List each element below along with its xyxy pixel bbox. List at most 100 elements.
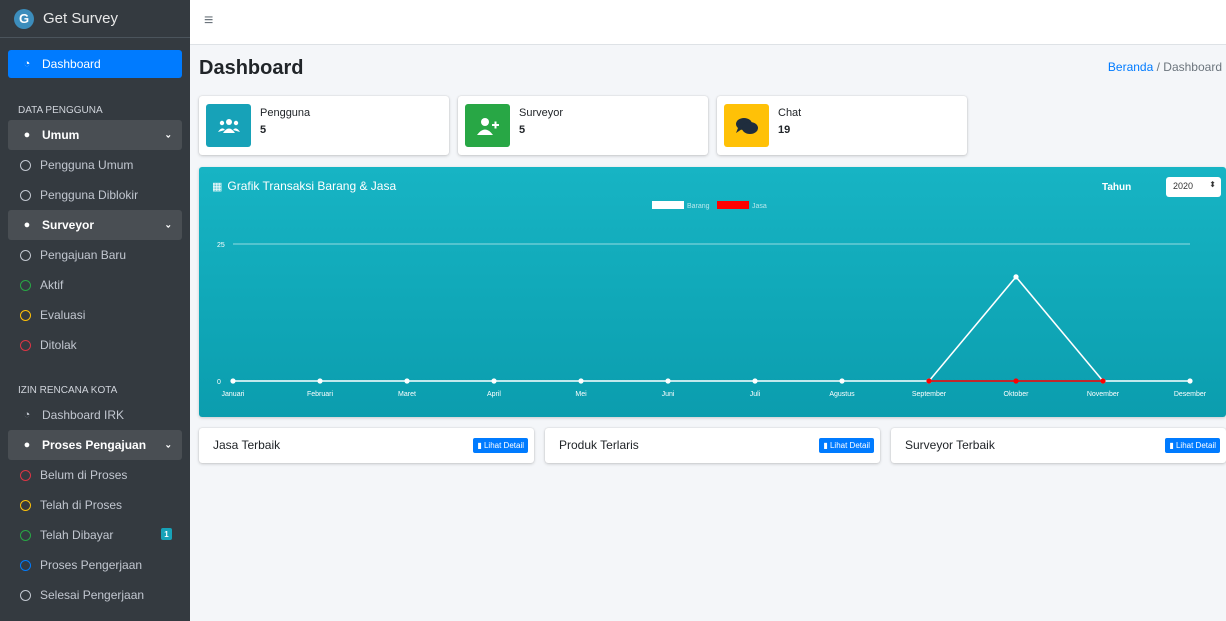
lihat-detail-button[interactable]: ▮ Lihat Detail — [819, 438, 874, 453]
info-box-surveyor[interactable]: Surveyor 5 — [458, 96, 708, 155]
x-tick-label: Agustus — [829, 391, 855, 398]
card-title: Produk Terlaris — [559, 438, 639, 452]
data-point — [1013, 274, 1019, 280]
sidebar-item-label: Surveyor — [42, 218, 95, 232]
info-box-pengguna[interactable]: Pengguna 5 — [199, 96, 449, 155]
user-icon: ● — [23, 439, 31, 451]
sidebar-item-label: Telah di Proses — [40, 498, 123, 512]
sidebar-item-dashboard-irk[interactable]: ◔ Dashboard IRK — [8, 400, 182, 430]
button-label: Lihat Detail — [1175, 441, 1216, 450]
circle-icon — [20, 249, 31, 261]
brand-logo: G — [14, 8, 34, 29]
sidebar-item-label: Selesai Pengerjaan — [40, 588, 145, 602]
sidebar-nav: ◔ Dashboard DATA PENGGUNA ● Umum ⌄ Pengg… — [0, 50, 190, 610]
sidebar-item-label: Dashboard — [42, 57, 101, 71]
circle-icon — [20, 309, 31, 321]
user-icon: ● — [23, 129, 31, 141]
user-plus-icon — [465, 104, 510, 147]
card-title: Surveyor Terbaik — [905, 438, 995, 452]
sidebar-item-ditolak[interactable]: Ditolak — [8, 330, 182, 360]
data-point — [1100, 378, 1106, 384]
user-cog-icon: ● — [23, 219, 31, 231]
sidebar-item-dashboard[interactable]: ◔ Dashboard — [8, 50, 182, 78]
sidebar-item-label: Pengguna Diblokir — [40, 188, 139, 202]
comments-icon — [724, 104, 769, 147]
info-box-chat[interactable]: Chat 19 — [717, 96, 967, 155]
sidebar-item-label: Pengguna Umum — [40, 158, 134, 172]
circle-icon — [20, 279, 31, 291]
sidebar-item-pengajuan-baru[interactable]: Pengajuan Baru — [8, 240, 182, 270]
lihat-detail-button[interactable]: ▮ Lihat Detail — [1165, 438, 1220, 453]
sidebar: G Get Survey ◔ Dashboard DATA PENGGUNA ●… — [0, 0, 190, 621]
line-chart: 0 25 Januari Februari Maret April Mei Juni Juli A… — [217, 201, 1207, 398]
y-tick-label: 0 — [217, 379, 221, 386]
info-value: 19 — [778, 124, 791, 136]
x-tick-label: Februari — [307, 391, 334, 398]
chevron-down-icon: ⌄ — [164, 439, 172, 450]
sidebar-item-pengguna-diblokir[interactable]: Pengguna Diblokir — [8, 180, 182, 210]
info-label: Chat — [778, 107, 802, 119]
x-tick-label: September — [912, 391, 947, 398]
sidebar-item-label: Ditolak — [40, 338, 77, 352]
sidebar-item-label: Proses Pengajuan — [42, 438, 147, 452]
breadcrumb: Beranda / Dashboard — [1108, 60, 1222, 74]
sidebar-item-telah-di-proses[interactable]: Telah di Proses — [8, 490, 182, 520]
circle-icon — [20, 499, 31, 511]
sidebar-item-evaluasi[interactable]: Evaluasi — [8, 300, 182, 330]
data-point — [578, 378, 584, 384]
legend-label: Jasa — [752, 203, 767, 210]
y-tick-label: 25 — [217, 242, 225, 249]
breadcrumb-current: Dashboard — [1163, 60, 1222, 74]
circle-icon — [20, 339, 31, 351]
sidebar-item-surveyor[interactable]: ● Surveyor ⌄ — [8, 210, 182, 240]
sidebar-item-label: Umum — [42, 128, 80, 142]
legend-swatch — [717, 201, 749, 209]
sidebar-item-label: Proses Pengerjaan — [40, 558, 143, 572]
menu-toggle-icon[interactable]: ≡ — [204, 12, 213, 30]
tachometer-icon: ◔ — [23, 58, 31, 70]
x-tick-label: April — [487, 391, 501, 398]
sidebar-item-proses-pengajuan[interactable]: ● Proses Pengajuan ⌄ — [8, 430, 182, 460]
x-tick-label: November — [1087, 391, 1120, 398]
card-surveyor-terbaik: Surveyor Terbaik ▮ Lihat Detail — [891, 428, 1226, 463]
data-point — [317, 378, 323, 384]
x-tick-label: Juli — [750, 391, 761, 398]
card-produk-terlaris: Produk Terlaris ▮ Lihat Detail — [545, 428, 880, 463]
data-point — [1013, 378, 1019, 384]
x-tick-label: Oktober — [1004, 391, 1030, 398]
sidebar-item-aktif[interactable]: Aktif — [8, 270, 182, 300]
chart-card: ▦ Grafik Transaksi Barang & Jasa Tahun 20… — [199, 167, 1226, 417]
legend-swatch — [652, 201, 684, 209]
sidebar-item-label: Dashboard IRK — [42, 408, 125, 422]
file-icon: ▮ — [823, 441, 830, 450]
brand[interactable]: G Get Survey — [0, 0, 190, 38]
lihat-detail-button[interactable]: ▮ Lihat Detail — [473, 438, 528, 453]
sidebar-item-label: Pengajuan Baru — [40, 248, 127, 262]
sidebar-item-proses-pengerjaan[interactable]: Proses Pengerjaan — [8, 550, 182, 580]
x-tick-label: Mei — [575, 391, 587, 398]
data-point — [230, 378, 236, 384]
sidebar-item-belum-di-proses[interactable]: Belum di Proses — [8, 460, 182, 490]
users-icon — [206, 104, 251, 147]
sidebar-header-data-pengguna: DATA PENGGUNA — [18, 105, 103, 116]
button-label: Lihat Detail — [483, 441, 524, 450]
sidebar-item-selesai-pengerjaan[interactable]: Selesai Pengerjaan — [8, 580, 182, 610]
series-line — [233, 275, 1190, 382]
sidebar-item-pengguna-umum[interactable]: Pengguna Umum — [8, 150, 182, 180]
data-point — [926, 378, 932, 384]
data-point — [839, 378, 845, 384]
card-title: Jasa Terbaik — [213, 438, 281, 452]
breadcrumb-home[interactable]: Beranda — [1108, 60, 1153, 74]
sidebar-item-telah-dibayar[interactable]: Telah Dibayar 1 — [8, 520, 182, 550]
sidebar-header-izin-rencana-kota: IZIN RENCANA KOTA — [18, 385, 118, 396]
top-navbar: ≡ — [190, 0, 1226, 45]
sidebar-item-umum[interactable]: ● Umum ⌄ — [8, 120, 182, 150]
circle-icon — [20, 559, 31, 571]
circle-icon — [20, 159, 31, 171]
x-tick-label: Juni — [662, 391, 675, 398]
sidebar-item-label: Aktif — [40, 278, 64, 292]
sidebar-item-label: Belum di Proses — [40, 468, 128, 482]
x-tick-label: Januari — [222, 391, 245, 398]
info-value: 5 — [519, 124, 526, 136]
file-icon: ▮ — [477, 441, 484, 450]
